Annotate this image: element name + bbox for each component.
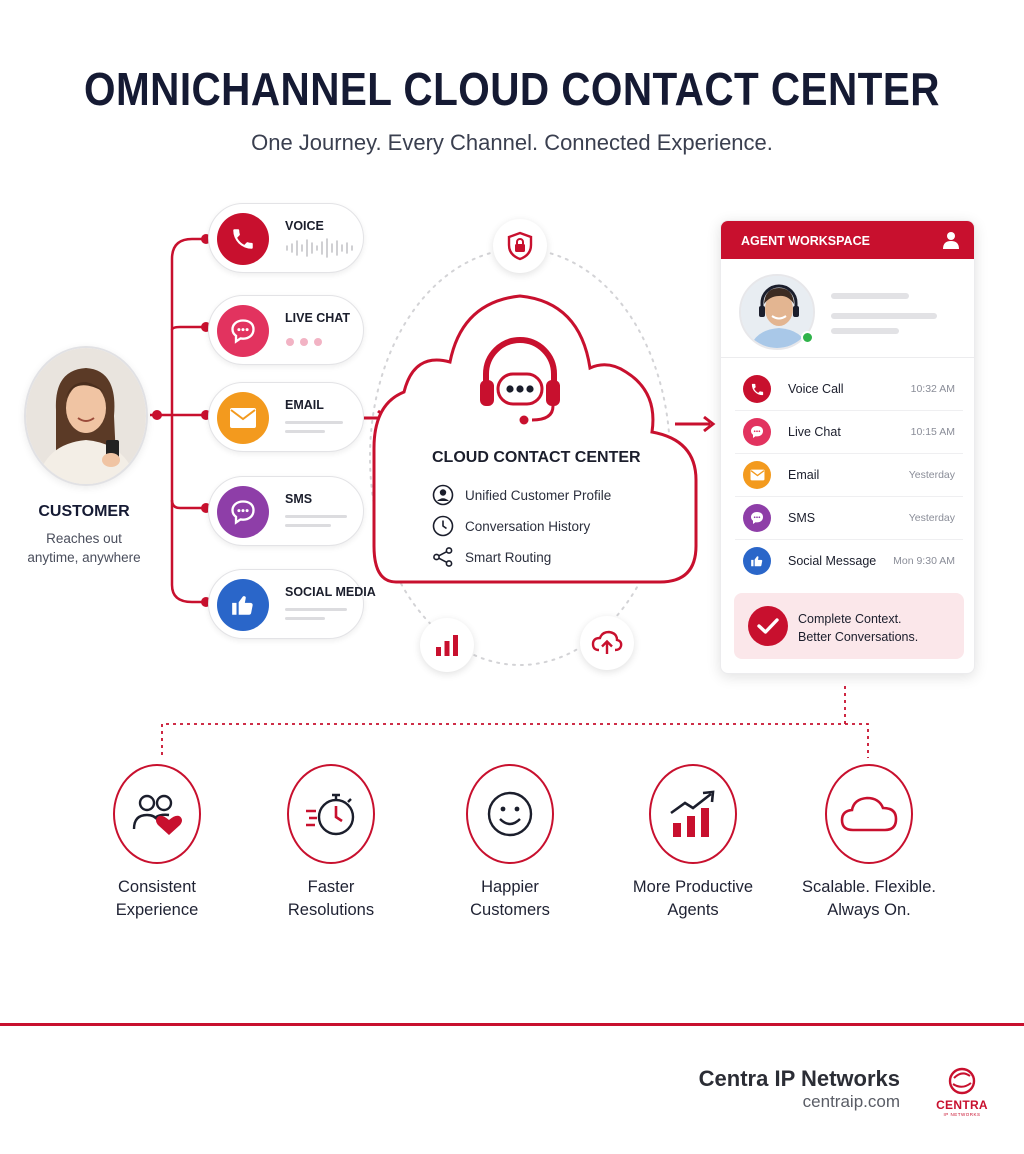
benefit-label: Happier — [481, 878, 539, 896]
benefit-label: Agents — [667, 901, 719, 919]
users-heart-icon — [113, 764, 201, 864]
logo-mark — [948, 1067, 976, 1095]
context-text-line: Complete Context. — [798, 612, 902, 626]
agent-workspace-panel: AGENT WORKSPACE Voice Call 10:32 AM Live… — [720, 220, 975, 674]
cloud-upload-icon — [580, 616, 634, 670]
envelope-icon — [743, 461, 771, 489]
conversation-channel: SMS — [788, 511, 816, 525]
conversation-channel: Voice Call — [788, 382, 844, 396]
brand-url[interactable]: centraip.com — [803, 1092, 900, 1112]
context-text: Complete Context. Better Conversations. — [798, 610, 918, 646]
conversation-time: Yesterday — [908, 469, 955, 481]
chat-bubble-icon — [743, 504, 771, 532]
user-circle-icon — [432, 484, 454, 506]
conversation-row[interactable]: Email Yesterday — [735, 454, 963, 497]
stopwatch-icon — [287, 764, 375, 864]
cloud-icon — [825, 764, 913, 864]
benefit-scalable-flexible: Scalable. Flexible. Always On. — [784, 764, 954, 922]
hub-title: CLOUD CONTACT CENTER — [432, 449, 641, 466]
smiley-icon — [466, 764, 554, 864]
logo-text: CENTRA — [936, 1098, 988, 1112]
benefit-label: Faster — [307, 878, 355, 896]
benefit-faster-resolutions: Faster Resolutions — [246, 764, 416, 922]
placeholder-line — [831, 328, 899, 334]
logo-subtext: IP NETWORKS — [943, 1112, 981, 1117]
conversation-time: 10:32 AM — [910, 383, 955, 395]
conversation-channel: Email — [788, 468, 820, 482]
share-nodes-icon — [433, 547, 453, 567]
benefit-happier-customers: Happier Customers — [425, 764, 595, 922]
feature-label: Conversation History — [465, 518, 591, 534]
centra-logo: CENTRA IP NETWORKS — [924, 1066, 1004, 1118]
placeholder-line — [831, 293, 909, 299]
benefit-consistent-experience: Consistent Experience — [72, 764, 242, 922]
clock-icon — [432, 515, 454, 537]
footer-divider — [0, 1023, 1024, 1026]
feature-label: Unified Customer Profile — [465, 487, 612, 503]
benefit-label: More Productive — [632, 878, 754, 896]
conversation-row[interactable]: Live Chat 10:15 AM — [735, 411, 963, 454]
chat-bubble-icon — [743, 418, 771, 446]
conversation-row[interactable]: Social Message Mon 9:30 AM — [735, 540, 963, 583]
bar-chart-icon — [420, 618, 474, 672]
benefit-label: Resolutions — [287, 901, 375, 919]
feature-unified-profile: Unified Customer Profile — [432, 484, 611, 506]
divider — [721, 357, 974, 358]
benefit-label: Customers — [470, 901, 550, 919]
shield-lock-icon — [493, 219, 547, 273]
agent-workspace-title: AGENT WORKSPACE — [741, 234, 870, 248]
conversation-channel: Live Chat — [788, 425, 841, 439]
conversation-channel: Social Message — [788, 554, 877, 568]
conversation-time: Yesterday — [908, 512, 955, 524]
conversation-row[interactable]: SMS Yesterday — [735, 497, 963, 540]
context-callout: Complete Context. Better Conversations. — [734, 593, 964, 659]
benefit-label: Experience — [115, 901, 199, 919]
agent-workspace-header: AGENT WORKSPACE — [721, 221, 974, 259]
phone-icon — [743, 375, 771, 403]
growth-chart-icon — [649, 764, 737, 864]
conversation-time: Mon 9:30 AM — [893, 555, 955, 567]
placeholder-line — [831, 313, 937, 319]
feature-smart-routing: Smart Routing — [432, 546, 551, 568]
thumbs-up-icon — [743, 547, 771, 575]
benefit-label: Scalable. Flexible. — [802, 878, 936, 896]
online-status-dot — [801, 331, 814, 344]
user-icon — [943, 232, 959, 249]
conversation-row[interactable]: Voice Call 10:32 AM — [735, 368, 963, 411]
context-text-line: Better Conversations. — [798, 630, 919, 644]
brand-name: Centra IP Networks — [698, 1066, 900, 1091]
benefit-productive-agents: More Productive Agents — [608, 764, 778, 922]
benefit-label: Always On. — [827, 901, 911, 919]
feature-label: Smart Routing — [465, 549, 552, 565]
conversation-time: 10:15 AM — [910, 426, 955, 438]
checkmark-icon — [748, 606, 788, 646]
feature-conversation-history: Conversation History — [432, 515, 590, 537]
benefit-label: Consistent — [118, 878, 196, 896]
